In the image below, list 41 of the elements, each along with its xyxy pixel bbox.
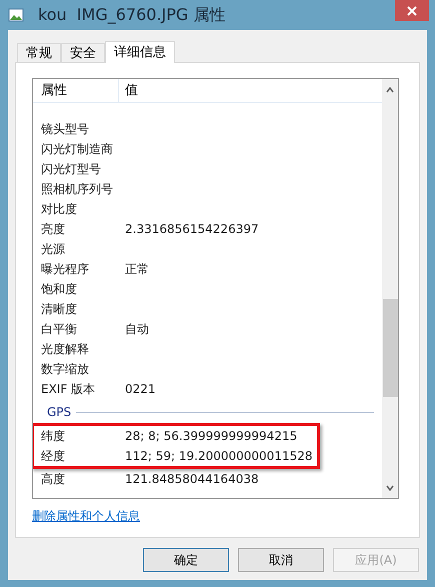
property-name: 光源 xyxy=(40,241,66,258)
scrollbar[interactable] xyxy=(382,79,398,498)
group-header: GPS xyxy=(47,404,72,421)
property-name: 经度 xyxy=(40,448,66,465)
property-name: 照相机序列号 xyxy=(40,181,114,198)
property-name: 高度 xyxy=(40,471,66,488)
property-name: 数字缩放 xyxy=(40,361,90,378)
dialog-button[interactable]: 确定 xyxy=(143,548,229,572)
property-value: 自动 xyxy=(124,321,149,338)
close-button[interactable] xyxy=(395,0,429,21)
scrollbar-thumb[interactable] xyxy=(382,299,398,397)
image-file-icon xyxy=(8,7,24,23)
scroll-down-icon[interactable] xyxy=(386,485,394,491)
window-title: kou IMG_6760.JPG 属性 xyxy=(38,4,226,26)
property-value: 正常 xyxy=(124,261,149,278)
column-header[interactable]: 值 xyxy=(119,79,382,102)
column-header[interactable]: 属性 xyxy=(33,79,119,102)
property-name: EXIF 版本 xyxy=(40,381,96,398)
property-value: 2.3316856154226397 xyxy=(124,221,259,238)
close-icon xyxy=(407,6,417,16)
property-name: 对比度 xyxy=(40,201,78,218)
dialog-button[interactable]: 取消 xyxy=(238,548,324,572)
scroll-up-icon[interactable] xyxy=(386,87,394,93)
property-name: 清晰度 xyxy=(40,301,78,318)
property-name: 光度解释 xyxy=(40,341,90,358)
property-value: 0221 xyxy=(124,381,156,398)
property-name: 镜头型号 xyxy=(40,121,90,138)
tab[interactable]: 安全 xyxy=(61,43,105,62)
tab[interactable]: 详细信息 xyxy=(105,41,175,63)
property-name: 闪光灯制造商 xyxy=(40,141,114,158)
remove-properties-link[interactable]: 删除属性和个人信息 xyxy=(32,507,140,525)
property-name: 纬度 xyxy=(40,428,66,445)
property-name: 闪光灯型号 xyxy=(40,161,102,178)
property-value: 112; 59; 19.200000000011528 xyxy=(124,448,312,465)
property-value: 28; 8; 56.399999999994215 xyxy=(124,428,298,445)
tab[interactable]: 常规 xyxy=(17,43,61,62)
property-name: 饱和度 xyxy=(40,281,78,298)
property-value: 121.84858044164038 xyxy=(124,471,259,488)
property-name: 亮度 xyxy=(40,221,66,238)
property-name: 曝光程序 xyxy=(40,261,90,278)
property-name: 白平衡 xyxy=(40,321,78,338)
